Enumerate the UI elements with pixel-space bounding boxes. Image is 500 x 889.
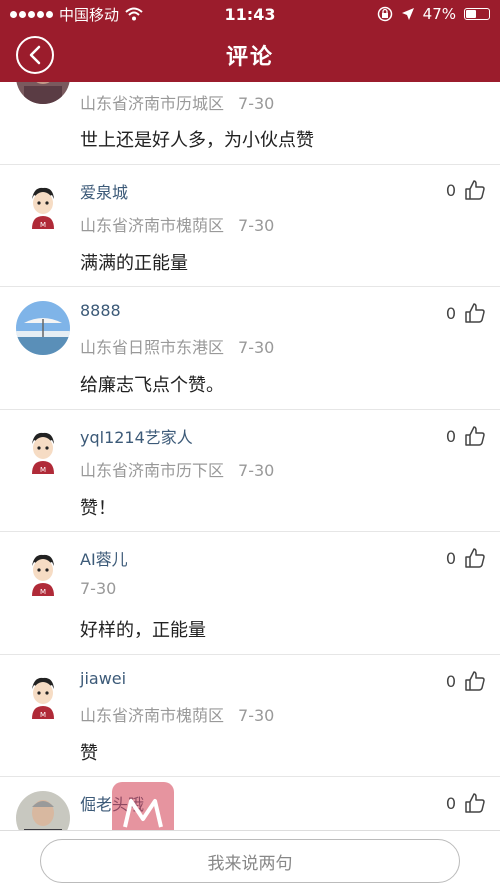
thumbs-up-icon (465, 426, 485, 446)
comment-author[interactable]: yql1214艺家人 (80, 424, 193, 448)
like-count: 0 (445, 671, 456, 691)
comment-location: 山东省济南市槐荫区 (80, 216, 225, 235)
comment-text: 给廉志飞点个赞。 (80, 375, 224, 396)
user-avatar[interactable]: M (16, 669, 70, 723)
comment-item: 山东省济南市历城区 7-30 世上还是好人多，为小伙点赞 (0, 82, 500, 165)
like-count: 0 (445, 793, 456, 813)
thumbs-up-icon (465, 671, 485, 691)
comment-meta: 山东省济南市槐荫区 7-30 (80, 212, 274, 236)
comment-location: 山东省日照市东港区 (80, 338, 225, 357)
comment-item: M jiawei 山东省济南市槐荫区 7-30 赞 0 (0, 655, 500, 777)
svg-text:M: M (40, 588, 46, 596)
like-button[interactable]: 0 (446, 302, 486, 324)
like-button[interactable]: 0 (446, 670, 486, 692)
comment-text: 赞 (80, 743, 98, 764)
like-count: 0 (445, 548, 456, 568)
rotation-lock-icon (377, 6, 392, 22)
battery-icon (464, 8, 490, 20)
wifi-icon (125, 7, 143, 21)
comment-date: 7-30 (238, 338, 275, 357)
comment-date: 7-30 (238, 706, 275, 725)
comment-date: 7-30 (238, 216, 275, 235)
thumbs-up-icon (465, 303, 485, 323)
comment-date: 7-30 (238, 94, 275, 113)
comment-meta: 山东省日照市东港区 7-30 (80, 334, 274, 358)
status-bar: 中国移动 11:43 47% (0, 0, 500, 28)
user-avatar[interactable]: M (16, 546, 70, 600)
comment-item: 倔老头哦 0 (0, 777, 500, 830)
user-avatar[interactable] (16, 301, 70, 355)
comment-meta: 山东省济南市历下区 7-30 (80, 457, 274, 481)
thumbs-up-icon (465, 180, 485, 200)
comment-text: 世上还是好人多，为小伙点赞 (80, 130, 314, 151)
comment-meta: 山东省济南市历城区 7-30 (80, 90, 274, 114)
back-button[interactable] (16, 36, 54, 74)
like-count: 0 (445, 180, 456, 200)
comment-meta: 山东省济南市槐荫区 7-30 (80, 702, 274, 726)
comment-list[interactable]: 山东省济南市历城区 7-30 世上还是好人多，为小伙点赞 M 爱泉城 山东省济南市… (0, 82, 500, 830)
like-button[interactable]: 0 (446, 179, 486, 201)
comment-text: 好样的，正能量 (80, 620, 206, 641)
svg-text:M: M (40, 221, 46, 229)
user-avatar[interactable] (16, 791, 70, 830)
svg-text:M: M (40, 711, 46, 719)
comment-author[interactable]: 爱泉城 (80, 179, 128, 203)
comment-author[interactable]: AI蓉儿 (80, 546, 128, 570)
comment-bar: 我来说两句 (0, 830, 500, 889)
user-avatar[interactable]: M (16, 179, 70, 233)
nav-bar: 评论 (0, 28, 500, 82)
like-count: 0 (445, 303, 456, 323)
battery-percent: 47% (422, 5, 456, 23)
comment-location: 山东省济南市历城区 (80, 94, 225, 113)
signal-strength-icon (10, 10, 53, 18)
comment-item: M AI蓉儿 7-30 好样的，正能量 0 (0, 532, 500, 655)
thumbs-up-icon (465, 793, 485, 813)
thumbs-up-icon (465, 548, 485, 568)
comment-text: 满满的正能量 (80, 253, 188, 274)
comment-author[interactable]: 8888 (80, 301, 121, 320)
chevron-left-icon (29, 45, 41, 65)
comment-author[interactable]: jiawei (80, 669, 126, 688)
comment-item: M 爱泉城 山东省济南市槐荫区 7-30 满满的正能量 0 (0, 165, 500, 287)
comment-input-button[interactable]: 我来说两句 (40, 839, 460, 883)
comment-location: 山东省济南市槐荫区 (80, 706, 225, 725)
location-arrow-icon (401, 8, 414, 20)
comment-item: M yql1214艺家人 山东省济南市历下区 7-30 赞！ 0 (0, 410, 500, 532)
page-title: 评论 (225, 45, 274, 70)
comment-meta: 7-30 (80, 579, 116, 598)
like-button[interactable]: 0 (446, 547, 486, 569)
like-button[interactable]: 0 (446, 792, 486, 814)
svg-text:M: M (40, 466, 46, 474)
user-avatar[interactable]: M (16, 424, 70, 478)
like-count: 0 (445, 426, 456, 446)
comment-date: 7-30 (238, 461, 275, 480)
comment-date: 7-30 (80, 579, 117, 598)
comment-text: 赞！ (80, 498, 116, 519)
comment-location: 山东省济南市历下区 (80, 461, 225, 480)
user-avatar[interactable] (16, 82, 70, 104)
comment-item: 8888 山东省日照市东港区 7-30 给廉志飞点个赞。 0 (0, 287, 500, 410)
like-button[interactable]: 0 (446, 425, 486, 447)
carrier-name: 中国移动 (59, 5, 120, 24)
